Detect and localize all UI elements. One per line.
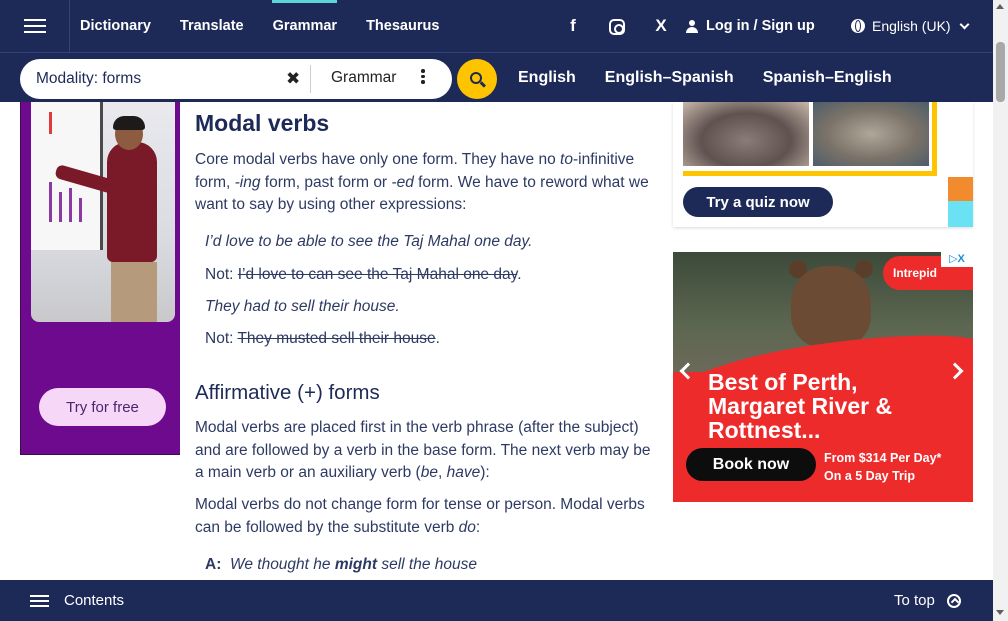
example-4: Not: They musted sell their house. <box>205 330 440 347</box>
seal-image <box>813 102 929 166</box>
x-icon[interactable]: X <box>639 16 683 36</box>
quiz-button[interactable]: Try a quiz now <box>683 187 833 217</box>
ad-photo <box>31 102 175 322</box>
search-box: ✖ Grammar <box>20 59 452 99</box>
arrow-up-icon <box>946 593 961 608</box>
login-link[interactable]: Log in / Sign up <box>686 0 815 52</box>
feedback-tab-orange[interactable] <box>948 177 973 201</box>
search-divider <box>310 65 311 93</box>
to-top-label: To top <box>894 592 935 609</box>
right-advert[interactable]: Intrepid ▷X Best of Perth, Margaret Rive… <box>673 252 973 502</box>
social-links: f X <box>551 0 683 52</box>
dictionary-select[interactable]: Grammar <box>331 69 396 87</box>
section-heading: Affirmative (+) forms <box>195 381 380 404</box>
more-options-icon[interactable] <box>421 69 425 87</box>
quiz-card: Try a quiz now <box>673 102 973 227</box>
hamburger-icon <box>23 25 46 27</box>
to-top-button[interactable]: To top <box>894 580 961 621</box>
ad-headline: Best of Perth, Margaret River & Rottnest… <box>708 369 893 443</box>
bottom-bar: Contents To top <box>0 580 993 621</box>
intro-paragraph: Core modal verbs have only one form. The… <box>195 151 649 213</box>
dialogue-line: A: We thought he might sell the house <box>205 556 477 573</box>
feedback-tab-blue[interactable] <box>948 201 973 227</box>
paragraph-tense: Modal verbs do not change form for tense… <box>195 496 645 536</box>
example-3: They had to sell their house. <box>205 298 400 315</box>
scroll-down-icon[interactable] <box>996 610 1004 615</box>
search-button[interactable] <box>457 59 497 99</box>
scrollbar[interactable] <box>993 0 1008 621</box>
facebook-icon[interactable]: f <box>551 16 595 36</box>
example-2: Not: I’d love to can see the Taj Mahal o… <box>205 266 522 283</box>
dict-link-english-spanish[interactable]: English–Spanish <box>605 69 734 87</box>
list-icon <box>30 599 49 602</box>
scroll-up-icon[interactable] <box>996 4 1004 9</box>
nav-links: Dictionary Translate Grammar Thesaurus <box>80 0 468 52</box>
contents-label: Contents <box>64 592 125 609</box>
hippo-image <box>683 102 809 166</box>
dict-link-spanish-english[interactable]: Spanish–English <box>763 69 892 87</box>
search-input[interactable] <box>36 70 276 88</box>
chevron-down-icon <box>959 19 970 29</box>
left-advert[interactable]: Try for free <box>20 102 180 455</box>
search-icon <box>469 71 482 84</box>
login-label: Log in / Sign up <box>706 18 815 34</box>
nav-grammar[interactable]: Grammar <box>271 0 351 52</box>
search-bar: ✖ Grammar English English–Spanish Spanis… <box>0 52 993 102</box>
menu-button[interactable] <box>0 0 70 52</box>
user-icon <box>686 19 698 33</box>
ad-price: From $314 Per Day* On a 5 Day Trip <box>824 451 942 483</box>
book-now-button[interactable]: Book now <box>686 448 816 481</box>
adchoices-icon[interactable]: ▷X <box>941 252 973 267</box>
language-label: English (UK) <box>872 18 951 34</box>
nav-thesaurus[interactable]: Thesaurus <box>366 0 453 52</box>
dictionary-links: English English–Spanish Spanish–English <box>518 53 892 103</box>
globe-icon <box>851 19 865 33</box>
quiz-image <box>683 102 937 176</box>
dict-link-english[interactable]: English <box>518 69 576 87</box>
page-title: Modal verbs <box>195 110 330 136</box>
top-nav: Dictionary Translate Grammar Thesaurus f… <box>0 0 993 52</box>
try-for-free-button[interactable]: Try for free <box>39 388 166 426</box>
nav-translate[interactable]: Translate <box>180 0 258 52</box>
example-1: I’d love to be able to see the Taj Mahal… <box>205 233 533 250</box>
instagram-icon[interactable] <box>595 16 639 36</box>
paragraph-affirmative: Modal verbs are placed first in the verb… <box>195 419 651 481</box>
page: Dictionary Translate Grammar Thesaurus f… <box>0 0 1008 621</box>
scrollbar-thumb[interactable] <box>996 42 1005 102</box>
language-selector[interactable]: English (UK) <box>851 0 970 52</box>
nav-dictionary[interactable]: Dictionary <box>80 0 165 52</box>
clear-search-icon[interactable]: ✖ <box>286 69 300 89</box>
contents-button[interactable]: Contents <box>30 580 124 621</box>
